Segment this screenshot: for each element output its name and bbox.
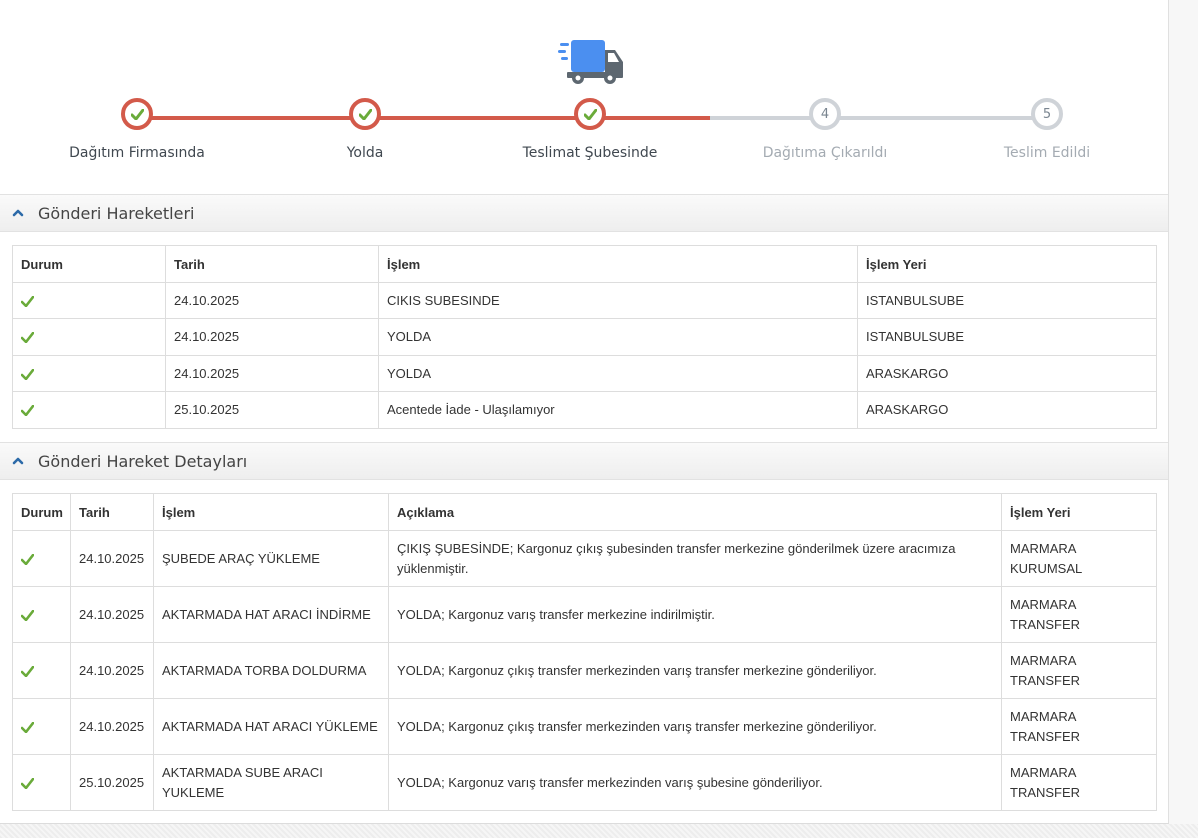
progress-line-done xyxy=(137,116,710,120)
movements-section-header[interactable]: Gönderi Hareketleri xyxy=(0,194,1168,232)
check-icon xyxy=(21,553,34,565)
tracking-panel: 4 5 Dağıtım Firmasında Yolda Teslimat Şu… xyxy=(0,0,1169,824)
status-cell xyxy=(12,318,166,356)
step-1-label: Dağıtım Firmasında xyxy=(69,145,205,161)
progress-line-pending xyxy=(710,116,1047,120)
table-row: 24.10.2025 AKTARMADA TORBA DOLDURMA YOLD… xyxy=(12,642,1157,699)
table-header-row: Durum Tarih İşlem İşlem Yeri xyxy=(12,245,1157,283)
operation-cell: AKTARMADA HAT ARACI YÜKLEME xyxy=(153,698,389,755)
table-row: 24.10.2025 YOLDA ISTANBULSUBE xyxy=(12,318,1157,356)
check-icon xyxy=(21,295,34,307)
check-icon xyxy=(358,108,372,120)
column-header: İşlem Yeri xyxy=(1001,493,1157,531)
movements-table: Durum Tarih İşlem İşlem Yeri 24.10.2025 … xyxy=(12,245,1157,429)
chevron-up-icon[interactable] xyxy=(12,456,24,466)
check-icon xyxy=(21,332,34,344)
date-cell: 24.10.2025 xyxy=(70,698,154,755)
description-cell: YOLDA; Kargonuz çıkış transfer merkezind… xyxy=(388,698,1002,755)
place-cell: ISTANBULSUBE xyxy=(857,318,1157,356)
place-cell: MARMARA TRANSFER xyxy=(1001,642,1157,699)
date-cell: 25.10.2025 xyxy=(165,391,379,429)
check-icon xyxy=(21,405,34,417)
description-cell: YOLDA; Kargonuz varış transfer merkezind… xyxy=(388,754,1002,811)
status-cell xyxy=(12,391,166,429)
operation-cell: YOLDA xyxy=(378,318,858,356)
place-cell: MARMARA TRANSFER xyxy=(1001,586,1157,643)
page-margin xyxy=(1169,0,1198,838)
place-cell: MARMARA KURUMSAL xyxy=(1001,530,1157,587)
check-icon xyxy=(21,609,34,621)
operation-cell: Acentede İade - Ulaşılamıyor xyxy=(378,391,858,429)
section-title: Gönderi Hareket Detayları xyxy=(38,452,248,471)
table-row: 24.10.2025 YOLDA ARASKARGO xyxy=(12,355,1157,392)
operation-cell: YOLDA xyxy=(378,355,858,392)
truck-icon xyxy=(558,40,623,84)
place-cell: MARMARA TRANSFER xyxy=(1001,754,1157,811)
place-cell: ARASKARGO xyxy=(857,355,1157,392)
check-icon xyxy=(21,777,34,789)
status-cell xyxy=(12,530,71,587)
step-3-label: Teslimat Şubesinde xyxy=(522,145,658,161)
column-header: Durum xyxy=(12,493,71,531)
check-icon xyxy=(21,665,34,677)
operation-cell: CIKIS SUBESINDE xyxy=(378,282,858,319)
details-table: Durum Tarih İşlem Açıklama İşlem Yeri 24… xyxy=(12,493,1157,811)
chevron-up-icon[interactable] xyxy=(12,208,24,218)
column-header: Açıklama xyxy=(388,493,1002,531)
step-4-marker: 4 xyxy=(809,98,841,130)
date-cell: 24.10.2025 xyxy=(70,586,154,643)
column-header: Tarih xyxy=(70,493,154,531)
check-icon xyxy=(130,108,144,120)
column-header: İşlem Yeri xyxy=(857,245,1157,283)
place-cell: ISTANBULSUBE xyxy=(857,282,1157,319)
check-icon xyxy=(21,721,34,733)
operation-cell: AKTARMADA SUBE ARACI YUKLEME xyxy=(153,754,389,811)
status-cell xyxy=(12,355,166,392)
operation-cell: AKTARMADA HAT ARACI İNDİRME xyxy=(153,586,389,643)
status-cell xyxy=(12,586,71,643)
table-header-row: Durum Tarih İşlem Açıklama İşlem Yeri xyxy=(12,493,1157,531)
description-cell: ÇIKIŞ ŞUBESİNDE; Kargonuz çıkış şubesind… xyxy=(388,530,1002,587)
date-cell: 24.10.2025 xyxy=(70,642,154,699)
table-row: 24.10.2025 AKTARMADA HAT ARACI İNDİRME Y… xyxy=(12,586,1157,643)
table-row: 24.10.2025 AKTARMADA HAT ARACI YÜKLEME Y… xyxy=(12,698,1157,755)
step-2-marker xyxy=(349,98,381,130)
column-header: Durum xyxy=(12,245,166,283)
column-header: Tarih xyxy=(165,245,379,283)
step-number: 5 xyxy=(1042,106,1052,122)
step-3-marker xyxy=(574,98,606,130)
place-cell: MARMARA TRANSFER xyxy=(1001,698,1157,755)
column-header: İşlem xyxy=(153,493,389,531)
page-footer-pattern xyxy=(0,824,1198,838)
step-1-marker xyxy=(121,98,153,130)
step-4-label: Dağıtıma Çıkarıldı xyxy=(762,145,888,161)
table-row: 24.10.2025 CIKIS SUBESINDE ISTANBULSUBE xyxy=(12,282,1157,319)
details-section-header[interactable]: Gönderi Hareket Detayları xyxy=(0,442,1168,480)
status-cell xyxy=(12,698,71,755)
date-cell: 24.10.2025 xyxy=(165,355,379,392)
description-cell: YOLDA; Kargonuz çıkış transfer merkezind… xyxy=(388,642,1002,699)
operation-cell: ŞUBEDE ARAÇ YÜKLEME xyxy=(153,530,389,587)
section-title: Gönderi Hareketleri xyxy=(38,204,195,223)
table-row: 24.10.2025 ŞUBEDE ARAÇ YÜKLEME ÇIKIŞ ŞUB… xyxy=(12,530,1157,587)
date-cell: 24.10.2025 xyxy=(70,530,154,587)
table-row: 25.10.2025 Acentede İade - Ulaşılamıyor … xyxy=(12,391,1157,429)
check-icon xyxy=(21,368,34,380)
step-5-label: Teslim Edildi xyxy=(1003,145,1091,161)
step-number: 4 xyxy=(820,106,830,122)
step-2-label: Yolda xyxy=(346,145,384,161)
status-cell xyxy=(12,754,71,811)
status-cell xyxy=(12,282,166,319)
date-cell: 24.10.2025 xyxy=(165,282,379,319)
place-cell: ARASKARGO xyxy=(857,391,1157,429)
table-row: 25.10.2025 AKTARMADA SUBE ARACI YUKLEME … xyxy=(12,754,1157,811)
column-header: İşlem xyxy=(378,245,858,283)
description-cell: YOLDA; Kargonuz varış transfer merkezine… xyxy=(388,586,1002,643)
operation-cell: AKTARMADA TORBA DOLDURMA xyxy=(153,642,389,699)
status-cell xyxy=(12,642,71,699)
check-icon xyxy=(583,108,597,120)
date-cell: 25.10.2025 xyxy=(70,754,154,811)
date-cell: 24.10.2025 xyxy=(165,318,379,356)
step-5-marker: 5 xyxy=(1031,98,1063,130)
